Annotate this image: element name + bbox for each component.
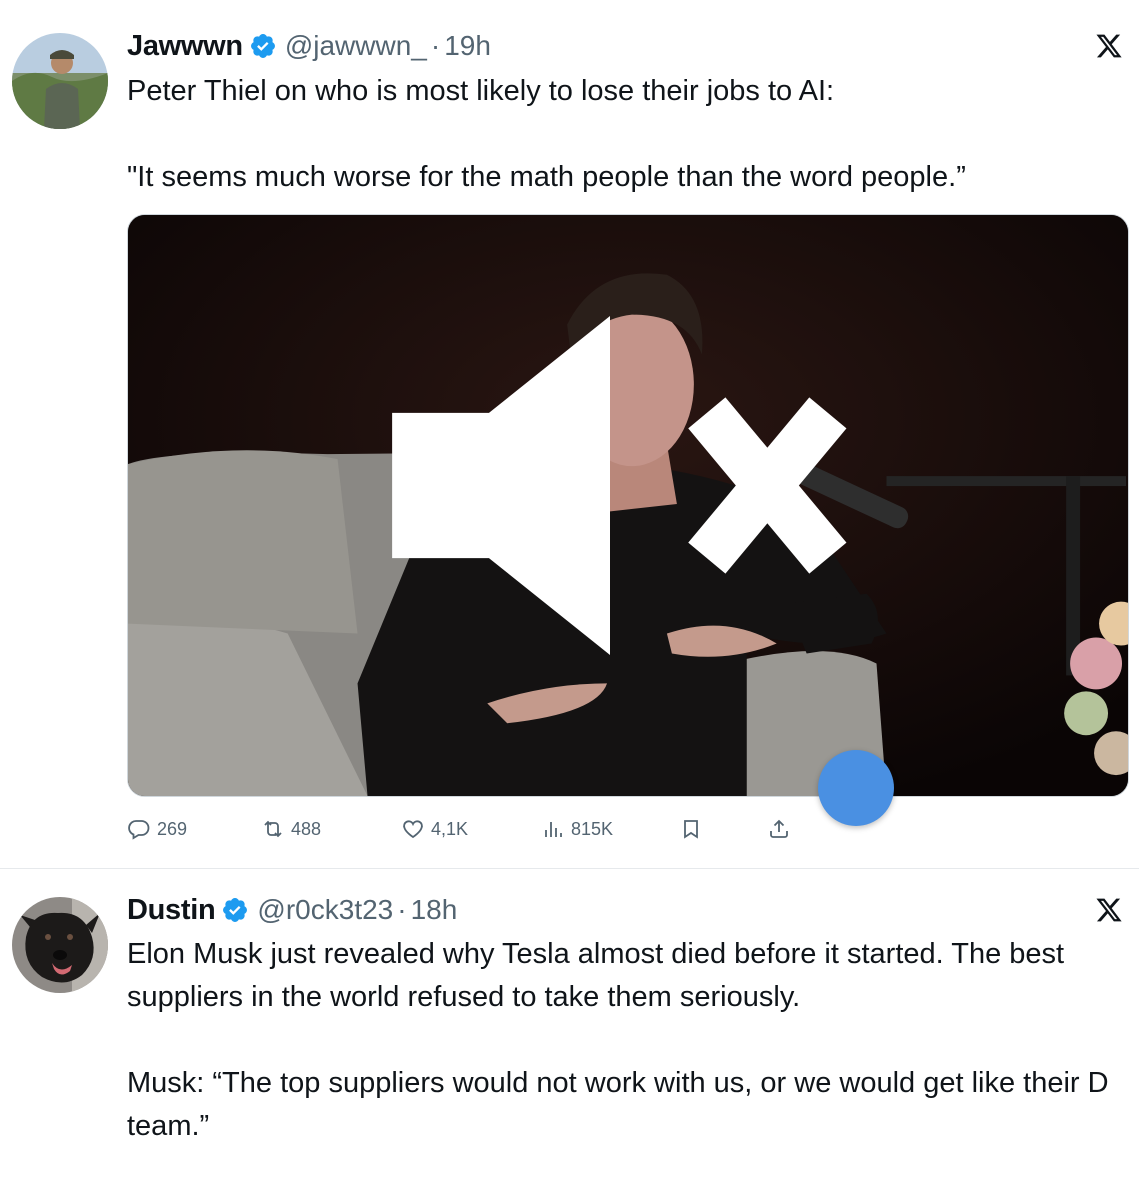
author-name[interactable]: Dustin: [127, 894, 216, 927]
tweet-header: Jawwwn @jawwwn_ · 19h: [127, 26, 491, 66]
reply-button[interactable]: 269: [127, 812, 187, 846]
tweet-text: Elon Musk just revealed why Tesla almost…: [127, 933, 1125, 1148]
verified-badge-icon: [223, 898, 248, 922]
tweet-actions: 269 488 4,1K 815K: [127, 812, 807, 846]
tweet-text-paragraph: "It seems much worse for the math people…: [127, 161, 966, 193]
author-handle[interactable]: @r0ck3t23: [257, 894, 393, 926]
verified-badge-icon: [250, 34, 275, 58]
avatar[interactable]: [12, 897, 108, 993]
timestamp[interactable]: 18h: [411, 894, 458, 926]
timeline: Jawwwn @jawwwn_ · 19h Peter Thiel on who…: [0, 0, 1139, 1200]
share-button[interactable]: [767, 812, 797, 846]
retweet-icon: [264, 820, 282, 838]
tweet-text-paragraph: Musk: “The top suppliers would not work …: [127, 1067, 1109, 1142]
retweet-count: 488: [291, 818, 322, 839]
profile-photo-icon: [12, 33, 108, 129]
x-logo-icon: [1096, 898, 1122, 922]
separator-dot: ·: [430, 30, 441, 61]
tweet-text-paragraph: Peter Thiel on who is most likely to los…: [127, 75, 835, 107]
retweet-button[interactable]: 488: [261, 812, 321, 846]
avatar[interactable]: [12, 33, 108, 129]
separator-dot: ·: [397, 894, 407, 925]
reply-count: 269: [157, 818, 188, 839]
bookmark-button[interactable]: [679, 812, 709, 846]
tweet[interactable]: Jawwwn @jawwwn_ · 19h Peter Thiel on who…: [0, 0, 1139, 868]
tweet[interactable]: Dustin @r0ck3t23 · 18h Elon Musk just re…: [0, 869, 1139, 1200]
like-count: 4,1K: [431, 818, 469, 839]
tweet-text-paragraph: Elon Musk just revealed why Tesla almost…: [127, 938, 1065, 1013]
dog-photo-icon: [12, 897, 108, 993]
x-logo-icon: [1096, 34, 1122, 58]
heart-icon: [403, 820, 423, 839]
bookmark-icon: [684, 820, 698, 839]
reply-icon: [128, 820, 150, 840]
touch-indicator: [818, 750, 894, 826]
views-button[interactable]: 815K: [541, 812, 613, 846]
timestamp[interactable]: 19h: [444, 30, 491, 62]
tweet-text: Peter Thiel on who is most likely to los…: [127, 70, 1125, 199]
author-name[interactable]: Jawwwn: [127, 30, 243, 63]
views-count: 815K: [571, 818, 614, 839]
video-player[interactable]: [127, 214, 1129, 797]
tweet-header: Dustin @r0ck3t23 · 18h: [127, 890, 457, 930]
analytics-icon: [545, 822, 562, 837]
mute-icon[interactable]: [127, 214, 1110, 776]
author-handle[interactable]: @jawwwn_: [285, 30, 427, 62]
like-button[interactable]: 4,1K: [401, 812, 468, 846]
share-icon: [770, 819, 788, 838]
